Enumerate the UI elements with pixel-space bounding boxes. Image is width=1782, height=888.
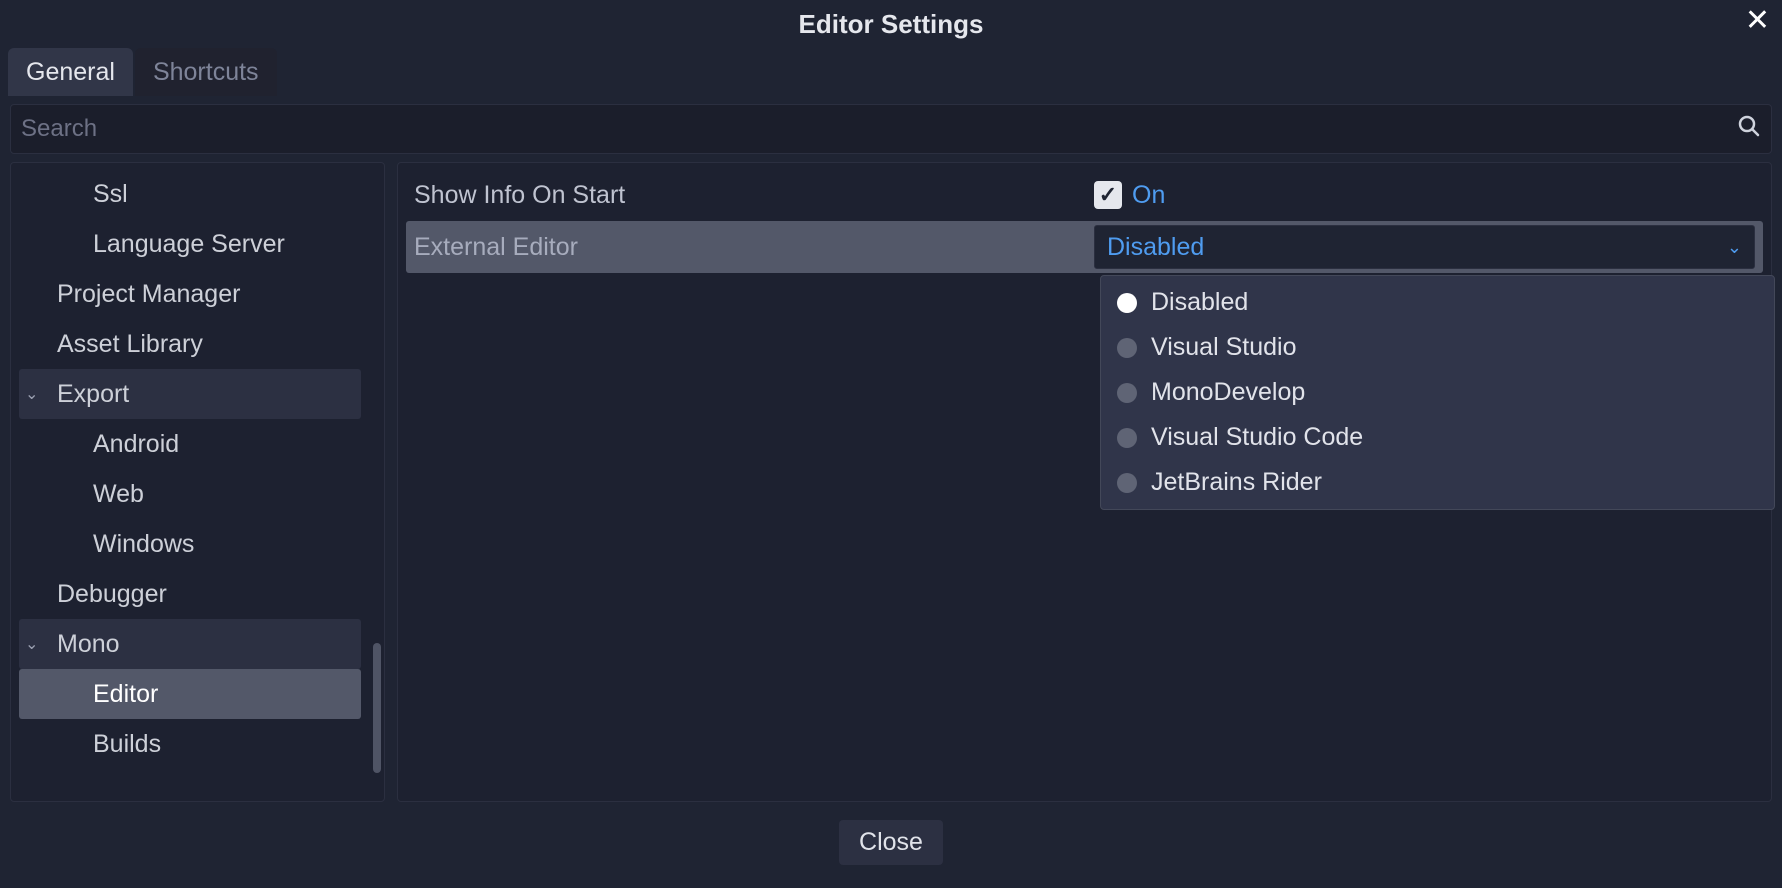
close-button[interactable]: Close [839,820,943,865]
property-value: ✓ On [1094,169,1755,221]
scrollbar-thumb[interactable] [373,643,381,773]
dropdown-option-label: JetBrains Rider [1151,468,1322,497]
property-show-info-on-start: Show Info On Start ✓ On [406,169,1763,221]
dropdown-option-label: Disabled [1151,288,1248,317]
search-icon[interactable] [1737,114,1761,145]
tree-item-mono[interactable]: ⌄ Mono [19,619,361,669]
checkmark-icon: ✓ [1099,184,1117,206]
radio-icon [1117,338,1137,358]
dropdown-option-visual-studio[interactable]: Visual Studio [1101,325,1774,370]
search-input[interactable] [21,115,1737,143]
footer: Close [0,802,1782,872]
dropdown-external-editor[interactable]: Disabled ⌄ [1094,225,1755,269]
radio-icon [1117,428,1137,448]
dropdown-option-label: MonoDevelop [1151,378,1305,407]
checkbox-show-info[interactable]: ✓ [1094,181,1122,209]
checkbox-label[interactable]: On [1132,181,1165,210]
tab-shortcuts[interactable]: Shortcuts [135,48,277,96]
tab-bar: General Shortcuts [0,48,1782,96]
chevron-down-icon: ⌄ [25,384,45,404]
tree-item-ssl[interactable]: Ssl [19,169,361,219]
dropdown-option-label: Visual Studio [1151,333,1296,362]
property-label: Show Info On Start [414,181,1094,210]
close-icon[interactable]: ✕ [1745,6,1770,36]
property-label: External Editor [414,233,1094,262]
tree-item-debugger[interactable]: Debugger [19,569,361,619]
content-area: Ssl Language Server Project Manager Asse… [0,162,1782,802]
property-value: Disabled ⌄ [1094,221,1755,273]
dropdown-option-label: Visual Studio Code [1151,423,1363,452]
category-tree[interactable]: Ssl Language Server Project Manager Asse… [10,162,385,802]
tree-item-android[interactable]: Android [19,419,361,469]
title-bar: Editor Settings ✕ [0,0,1782,48]
radio-icon [1117,293,1137,313]
window-title: Editor Settings [799,9,984,40]
radio-icon [1117,473,1137,493]
dropdown-option-rider[interactable]: JetBrains Rider [1101,460,1774,505]
chevron-down-icon: ⌄ [1727,237,1742,258]
tree-item-web[interactable]: Web [19,469,361,519]
tab-shortcuts-label: Shortcuts [153,58,259,87]
tab-general-label: General [26,58,115,87]
dropdown-option-monodevelop[interactable]: MonoDevelop [1101,370,1774,415]
dropdown-option-vscode[interactable]: Visual Studio Code [1101,415,1774,460]
property-panel: Show Info On Start ✓ On External Editor … [397,162,1772,802]
tree-item-editor[interactable]: Editor [19,669,361,719]
tree-item-windows[interactable]: Windows [19,519,361,569]
tree-item-asset-library[interactable]: Asset Library [19,319,361,369]
chevron-down-icon: ⌄ [25,634,45,654]
dropdown-option-disabled[interactable]: Disabled [1101,280,1774,325]
search-bar[interactable] [10,104,1772,154]
tree-item-project-manager[interactable]: Project Manager [19,269,361,319]
radio-icon [1117,383,1137,403]
tab-general[interactable]: General [8,48,133,96]
tree-item-language-server[interactable]: Language Server [19,219,361,269]
dropdown-selected: Disabled [1107,233,1204,262]
property-external-editor: External Editor Disabled ⌄ [406,221,1763,273]
close-button-label: Close [859,828,923,856]
tree-item-export[interactable]: ⌄ Export [19,369,361,419]
dropdown-popup: Disabled Visual Studio MonoDevelop Visua… [1100,275,1775,510]
tree-item-builds[interactable]: Builds [19,719,361,769]
